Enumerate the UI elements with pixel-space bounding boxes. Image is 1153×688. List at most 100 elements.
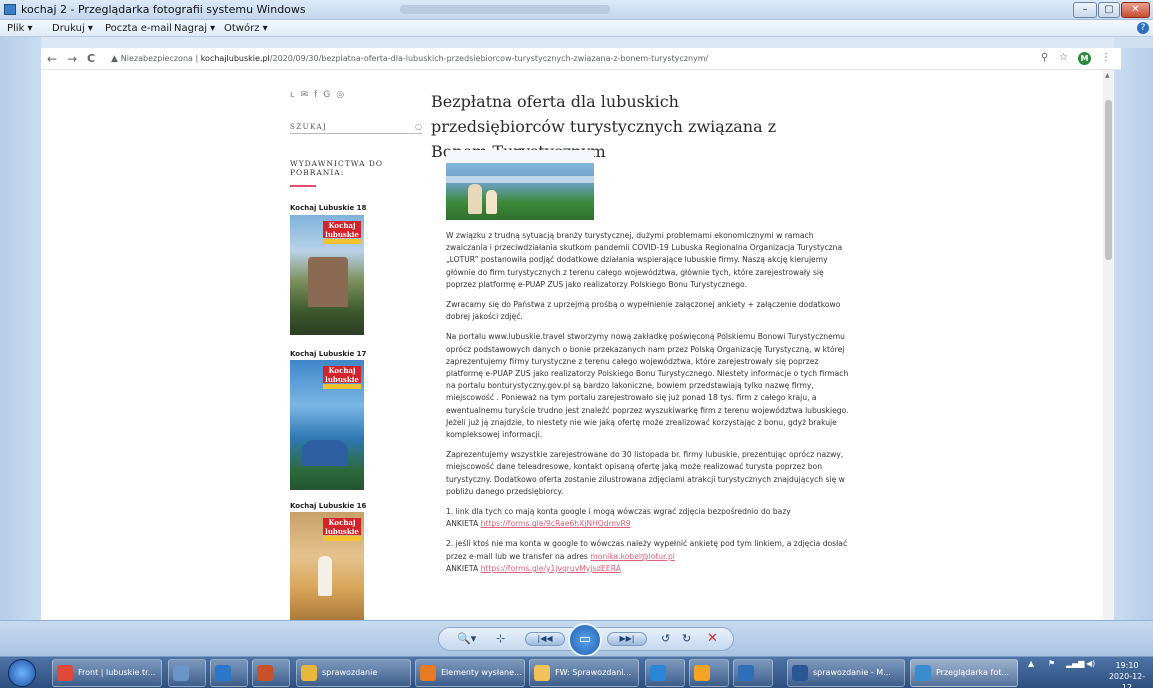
taskbar-item[interactable]: Elementy wysłane...: [415, 659, 525, 687]
taskbar-item-label: FW: Sprawozdani...: [555, 668, 632, 677]
taskbar-item-label: Elementy wysłane...: [441, 668, 522, 677]
search-icon[interactable]: ○: [415, 122, 422, 131]
app-icon: [173, 664, 189, 681]
volume-icon[interactable]: ◀): [1086, 659, 1095, 668]
cover-strip: [323, 536, 361, 541]
url-domain: kochajlubuskie.pl: [200, 54, 270, 63]
folder-icon: [301, 664, 317, 681]
menu-file[interactable]: Plik ▾: [7, 23, 33, 34]
rotate-right-icon[interactable]: ↻: [682, 632, 691, 645]
article-paragraph: 2. jeśli ktoś nie ma konta w google to w…: [446, 538, 856, 575]
taskbar-item[interactable]: sprawozdanie: [296, 659, 411, 687]
taskbar-item[interactable]: [210, 659, 248, 687]
taskbar-item-label: Front | lubuskie.tr...: [78, 668, 156, 677]
clock-date: 2020-12-12: [1108, 672, 1146, 688]
photo-background-right: [1114, 48, 1153, 620]
taskbar-item[interactable]: sprawozdanie - M...: [787, 659, 905, 687]
taskbar-item[interactable]: [733, 659, 773, 687]
browser-menu-icon[interactable]: ⋮: [1101, 52, 1111, 63]
article-paragraph: 1. link dla tych co mają konta google i …: [446, 506, 856, 530]
taskbar-item[interactable]: [168, 659, 206, 687]
cover-strip: [323, 384, 361, 389]
zoom-icon[interactable]: ⚲: [1041, 52, 1048, 63]
taskbar-item[interactable]: Przeglądarka fot...: [910, 659, 1018, 687]
people-shape: [302, 440, 348, 466]
hero-banner-band: [446, 176, 594, 183]
back-arrow-icon[interactable]: ←: [47, 52, 57, 66]
hero-header-strip: [446, 150, 594, 163]
previous-button[interactable]: |◀◀: [525, 632, 565, 646]
menu-burn[interactable]: Nagraj ▾: [174, 23, 215, 34]
zoom-icon[interactable]: 🔍▾: [457, 632, 476, 645]
rss-icon[interactable]: ʟ: [290, 90, 301, 100]
photo-viewer-app-icon: [4, 4, 16, 15]
magazine-cover[interactable]: Kochaj lubuskie: [290, 512, 364, 620]
magazine-cover[interactable]: Kochaj lubuskie: [290, 215, 364, 335]
social-links: ʟ✉fG◎: [290, 90, 350, 100]
menu-email[interactable]: Poczta e-mail: [105, 23, 172, 34]
taskbar-item[interactable]: [252, 659, 290, 687]
mail-icon[interactable]: ✉: [301, 90, 315, 100]
magazine-brand: Kochaj lubuskie: [323, 518, 361, 536]
taskbar-item[interactable]: FW: Sprawozdani...: [529, 659, 639, 687]
scroll-up-arrow-icon[interactable]: ▲: [1105, 72, 1110, 79]
media-player-icon: [215, 664, 231, 681]
page-scrollbar[interactable]: ▲: [1103, 70, 1114, 620]
taskbar-item-label: sprawozdanie: [322, 668, 378, 677]
close-button[interactable]: ✕: [1121, 2, 1150, 18]
internet-explorer-icon: [650, 664, 666, 681]
taskbar-item[interactable]: [689, 659, 729, 687]
system-clock[interactable]: 19:10 2020-12-12: [1104, 660, 1150, 688]
magazine-brand: Kochaj lubuskie: [323, 366, 361, 384]
browser-address-bar: ← → C ▲ Niezabezpieczona | kochajlubuski…: [41, 48, 1121, 70]
forward-arrow-icon[interactable]: →: [67, 52, 77, 66]
menu-print[interactable]: Drukuj ▾: [52, 23, 93, 34]
menu-bar: Plik ▾ Drukuj ▾ Poczta e-mail Nagraj ▾ O…: [0, 20, 1153, 37]
email-envelope-icon: [534, 664, 550, 681]
minimize-button[interactable]: –: [1073, 2, 1097, 18]
delete-icon[interactable]: ✕: [707, 631, 718, 646]
network-icon[interactable]: ▂▄▆: [1066, 659, 1084, 668]
rotate-left-icon[interactable]: ↺: [661, 632, 670, 645]
bookmark-star-icon[interactable]: ☆: [1059, 52, 1068, 63]
photo-background-top: [41, 37, 1114, 48]
facebook-icon[interactable]: f: [314, 90, 323, 100]
security-label: Niezabezpieczona: [120, 54, 193, 63]
profile-avatar[interactable]: M: [1078, 52, 1091, 65]
next-button[interactable]: ▶▶|: [607, 632, 647, 646]
flag-icon[interactable]: ⚑: [1048, 659, 1055, 668]
viewer-toolbar: 🔍▾ ⊹ |◀◀ ▭ ▶▶| ↺ ↻ ✕: [0, 620, 1153, 657]
tray-up-arrow-icon[interactable]: ▲: [1028, 659, 1034, 668]
magazine-title[interactable]: Kochaj Lubuskie 16: [290, 502, 366, 510]
help-icon[interactable]: ?: [1137, 22, 1149, 34]
article-paragraph: Zaprezentujemy wszystkie zarejestrowane …: [446, 450, 845, 496]
survey-link[interactable]: https://forms.gle/9cRae6hXjNHQdmvR9: [481, 519, 631, 528]
google-icon[interactable]: G: [323, 90, 336, 100]
instagram-icon[interactable]: ◎: [336, 90, 350, 100]
magazine-cover[interactable]: Kochaj lubuskie: [290, 360, 364, 490]
magazine-title[interactable]: Kochaj Lubuskie 17: [290, 350, 366, 358]
start-button[interactable]: [8, 659, 36, 687]
taskbar-item[interactable]: [645, 659, 685, 687]
reload-icon[interactable]: C: [87, 52, 95, 65]
maximize-button[interactable]: ▢: [1098, 2, 1120, 18]
menu-open[interactable]: Otwórz ▾: [224, 23, 268, 34]
viewer-controls: 🔍▾ ⊹ |◀◀ ▭ ▶▶| ↺ ↻ ✕: [438, 623, 734, 657]
clock-time: 19:10: [1115, 661, 1139, 670]
web-page: ʟ✉fG◎ SZUKAJ ○ WYDAWNICTWA DO POBRANIA: …: [41, 70, 1103, 620]
magazine-title[interactable]: Kochaj Lubuskie 18: [290, 204, 366, 212]
publications-heading: WYDAWNICTWA DO POBRANIA:: [290, 159, 384, 177]
taskbar-item[interactable]: Front | lubuskie.tr...: [52, 659, 162, 687]
url-field[interactable]: ▲ Niezabezpieczona | kochajlubuskie.pl/2…: [111, 51, 1011, 67]
search-label[interactable]: SZUKAJ: [290, 123, 327, 131]
article-hero-image: [446, 150, 594, 220]
survey-link[interactable]: https://forms.gle/y1jvqruvMyjsdEERA: [481, 564, 621, 573]
actual-size-icon[interactable]: ⊹: [496, 632, 505, 645]
scrollbar-thumb[interactable]: [1105, 100, 1112, 260]
warning-icon: ▲: [111, 54, 121, 64]
email-link[interactable]: monika.kobel@lotur.pl: [590, 552, 675, 561]
article-paragraph: Zwracamy się do Państwa z uprzejmą prośb…: [446, 300, 841, 322]
chrome-icon: [57, 664, 73, 681]
word-icon: [792, 664, 808, 681]
slideshow-button[interactable]: ▭: [568, 623, 602, 657]
